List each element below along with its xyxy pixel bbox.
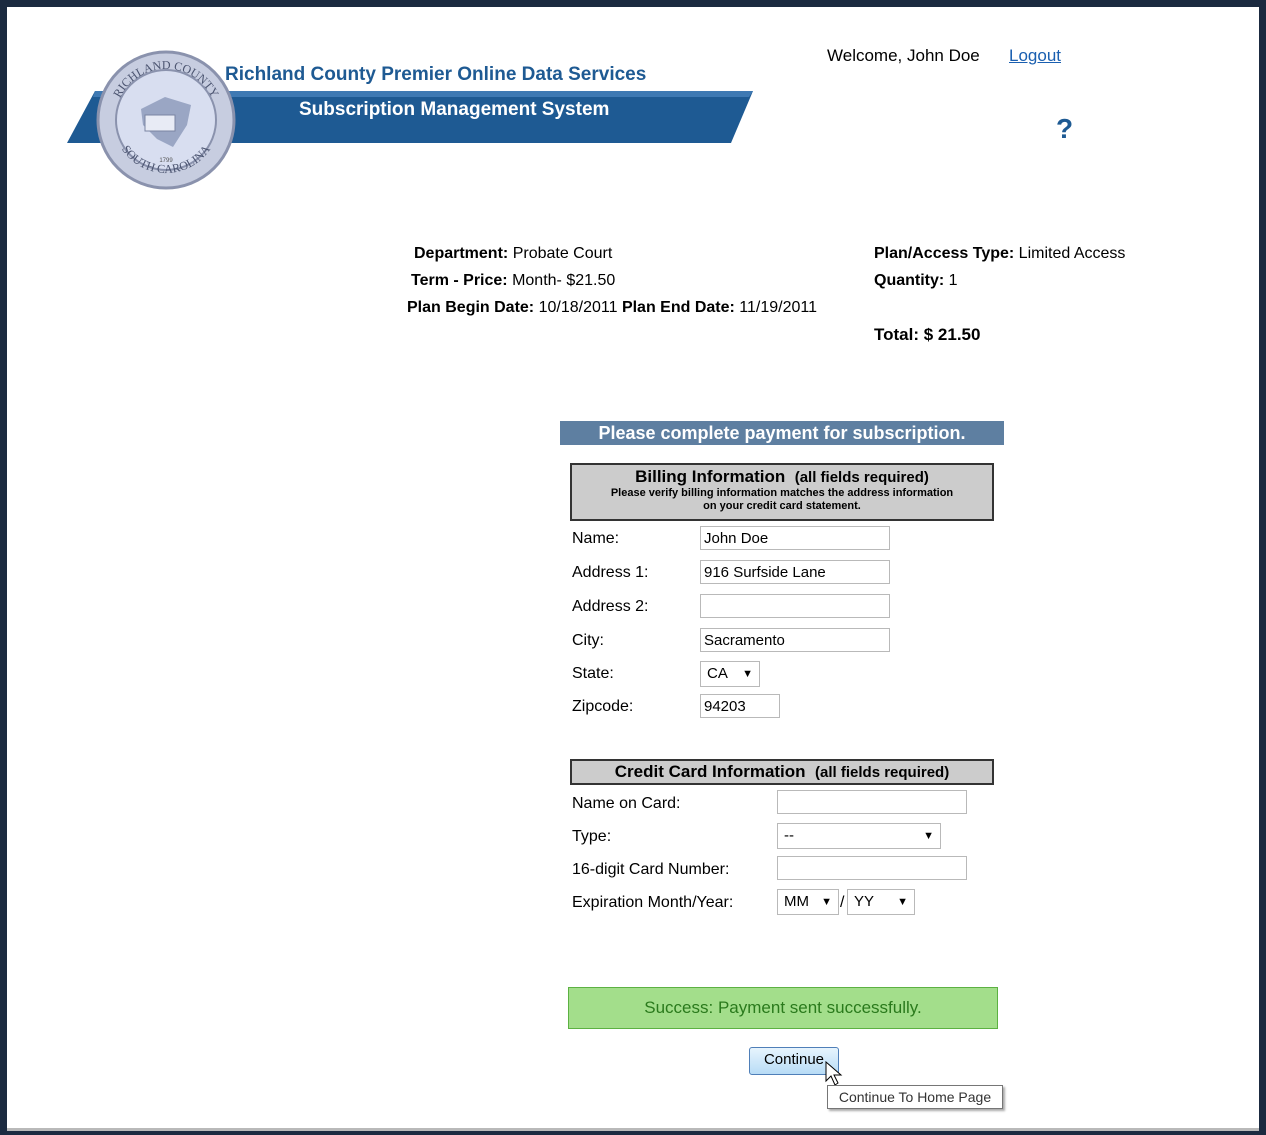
exp-month-select[interactable]: MM ▼ [777, 889, 839, 915]
billing-header: Billing Information (all fields required… [570, 463, 994, 521]
term-value: Month- $21.50 [512, 272, 616, 289]
continue-tooltip: Continue To Home Page [827, 1085, 1003, 1109]
chevron-down-icon: ▼ [742, 668, 753, 680]
zipcode-field[interactable] [700, 694, 780, 718]
department-row: Department: Probate Court [414, 245, 613, 262]
card-number-field[interactable] [777, 856, 967, 880]
cursor-icon [825, 1061, 843, 1086]
begin-date: 10/18/2011 [538, 299, 618, 316]
site-subtitle: Subscription Management System [299, 99, 610, 120]
chevron-down-icon: ▼ [897, 896, 908, 908]
exp-year-select[interactable]: YY ▼ [847, 889, 915, 915]
cc-heading: Credit Card Information [614, 762, 806, 781]
quantity-row: Quantity: 1 [874, 272, 958, 289]
expiration-label: Expiration Month/Year: [572, 894, 734, 911]
state-select[interactable]: CA ▼ [700, 661, 760, 687]
city-label: City: [572, 632, 604, 649]
address1-label: Address 1: [572, 564, 649, 581]
site-title: Richland County Premier Online Data Serv… [225, 64, 647, 85]
term-row: Term - Price: Month- $21.50 [411, 272, 616, 289]
address2-field[interactable] [700, 594, 890, 618]
card-name-label: Name on Card: [572, 795, 681, 812]
card-type-select[interactable]: -- ▼ [777, 823, 941, 849]
logout-link[interactable]: Logout [1009, 46, 1061, 66]
name-field[interactable] [700, 526, 890, 550]
help-icon[interactable]: ? [1056, 113, 1073, 145]
credit-card-header: Credit Card Information (all fields requ… [570, 759, 994, 785]
billing-note-2: on your credit card statement. [703, 500, 861, 512]
zipcode-label: Zipcode: [572, 698, 634, 715]
plan-row: Plan/Access Type: Limited Access [874, 245, 1126, 262]
total-value: $ 21.50 [923, 325, 981, 344]
address2-label: Address 2: [572, 598, 649, 615]
billing-required: (all fields required) [794, 469, 929, 486]
department-value: Probate Court [512, 245, 613, 262]
card-number-label: 16-digit Card Number: [572, 861, 730, 878]
card-name-field[interactable] [777, 790, 967, 814]
county-seal-icon: 1799 RICHLAND COUNTY SOUTH CAROLINA [96, 50, 236, 190]
state-label: State: [572, 665, 614, 682]
success-message: Success: Payment sent successfully. [568, 987, 998, 1029]
name-label: Name: [572, 530, 620, 547]
payment-banner: Please complete payment for subscription… [560, 421, 1004, 445]
billing-heading: Billing Information [635, 467, 786, 486]
city-field[interactable] [700, 628, 890, 652]
plan-value: Limited Access [1018, 245, 1126, 262]
card-type-label: Type: [572, 828, 612, 845]
chevron-down-icon: ▼ [821, 896, 832, 908]
page: 1799 RICHLAND COUNTY SOUTH CAROLINA Rich… [7, 7, 1259, 1131]
dates-row: Plan Begin Date: 10/18/2011 Plan End Dat… [407, 299, 817, 316]
cc-required: (all fields required) [815, 764, 950, 781]
total-row: Total: $ 21.50 [874, 325, 981, 344]
address1-field[interactable] [700, 560, 890, 584]
billing-note-1: Please verify billing information matche… [610, 487, 954, 499]
end-date: 11/19/2011 [739, 299, 817, 316]
exp-separator: / [840, 894, 845, 911]
chevron-down-icon: ▼ [923, 830, 934, 842]
welcome-text: Welcome, John Doe [827, 46, 980, 65]
quantity-value: 1 [948, 272, 958, 289]
